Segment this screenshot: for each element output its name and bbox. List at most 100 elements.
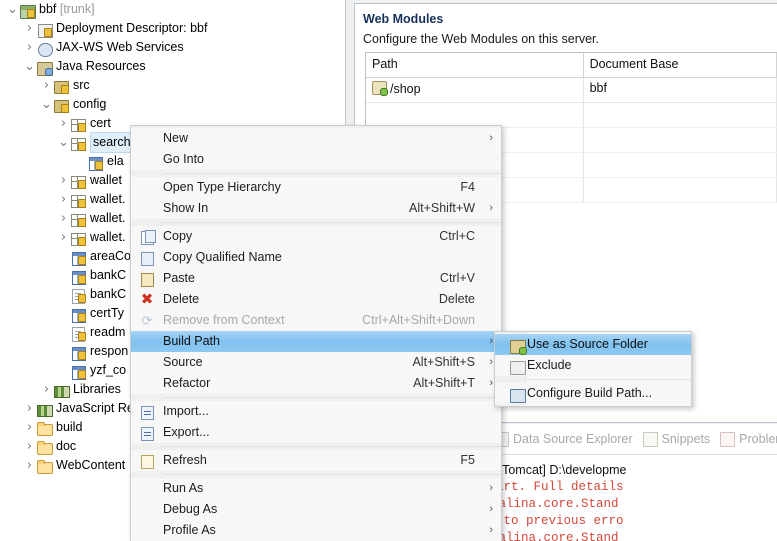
menu-item-new[interactable]: New ›: [131, 128, 501, 149]
lock-badge-icon: [78, 217, 86, 227]
cell-empty-4: [584, 128, 777, 152]
menu-item-paste[interactable]: PasteCtrl+V›: [131, 268, 501, 289]
tab-problem[interactable]: Problem: [720, 431, 777, 447]
tree-item-bbf[interactable]: ⌄ bbf [trunk]: [0, 0, 345, 19]
table-header-row: Path Document Base: [366, 53, 777, 78]
menu-item-label: Export...: [163, 425, 210, 439]
menu-item-go-into[interactable]: Go Into›: [131, 149, 501, 170]
lock-badge-icon: [78, 293, 86, 303]
menu-item-debug-as[interactable]: Debug As ›: [131, 499, 501, 520]
tree-item-label: wallet: [90, 173, 122, 187]
menu-item-refresh[interactable]: RefreshF5›: [131, 450, 501, 471]
tab-snippets[interactable]: Snippets: [642, 431, 711, 447]
tree-item-label: bbf: [39, 2, 57, 16]
lock-badge-icon: [78, 255, 86, 265]
chevron-right-icon[interactable]: ›: [23, 418, 36, 437]
submenu-item-use-as-source-folder[interactable]: Use as Source Folder: [495, 334, 691, 355]
build-path-submenu[interactable]: Use as Source Folder Exclude Configure Bui…: [494, 331, 692, 407]
package-icon: [70, 116, 87, 132]
xml-file-icon: [70, 306, 87, 323]
tree-item-deployment-descriptor-bbf[interactable]: › Deployment Descriptor: bbf: [0, 19, 345, 38]
tree-item-label: build: [56, 420, 83, 434]
submenu-arrow-icon: ›: [489, 377, 493, 389]
menu-item-refactor[interactable]: Refactor Alt+Shift+T ›: [131, 373, 501, 394]
tree-item-label: Java Resources: [56, 59, 146, 73]
menu-item-profile-as[interactable]: Profile As ›: [131, 520, 501, 541]
context-menu[interactable]: New›Go Into›Open Type HierarchyF4›Show I…: [130, 125, 502, 541]
menu-item-label: Run As: [163, 481, 204, 495]
tree-item-jax-ws-web-services[interactable]: › JAX-WS Web Services: [0, 38, 345, 57]
submenu-item-label: Use as Source Folder: [527, 337, 648, 351]
chevron-down-icon[interactable]: ⌄: [57, 136, 70, 149]
submenu-item-label: Configure Build Path...: [527, 386, 653, 400]
menu-item-source[interactable]: Source Alt+Shift+S ›: [131, 352, 501, 373]
package-icon: [70, 192, 87, 208]
lock-badge-icon: [78, 274, 86, 284]
deployment-descriptor-icon: [36, 21, 53, 38]
lock-badge-icon: [78, 198, 86, 208]
chevron-right-icon[interactable]: ›: [57, 114, 70, 133]
tree-item-label: wallet.: [90, 211, 126, 225]
source-folder-icon: [53, 97, 70, 113]
menu-item-import[interactable]: Import...›: [131, 401, 501, 422]
chevron-right-icon[interactable]: ›: [40, 76, 53, 95]
tree-item-label: certTy: [90, 306, 125, 320]
chevron-right-icon[interactable]: ›: [57, 228, 70, 247]
chevron-right-icon[interactable]: ›: [23, 19, 36, 38]
package-icon: [70, 135, 87, 151]
lock-badge-icon: [95, 160, 103, 170]
chevron-right-icon[interactable]: ›: [40, 380, 53, 399]
import-icon: [139, 404, 155, 420]
chevron-right-icon[interactable]: ›: [23, 456, 36, 475]
menu-item-accelerator: Delete: [438, 292, 475, 306]
chevron-right-icon[interactable]: ›: [23, 38, 36, 57]
chevron-right-icon[interactable]: ›: [23, 437, 36, 456]
submenu-item-configure-build-path[interactable]: Configure Build Path...: [495, 383, 691, 404]
menu-item-export[interactable]: Export...›: [131, 422, 501, 443]
chevron-right-icon[interactable]: ›: [57, 190, 70, 209]
copy-icon: [139, 229, 156, 245]
chevron-down-icon[interactable]: ⌄: [23, 60, 36, 73]
tree-item-src[interactable]: › src: [0, 76, 345, 95]
table-row[interactable]: /shop bbf: [366, 78, 777, 103]
chevron-down-icon[interactable]: ⌄: [6, 3, 19, 16]
tree-item-java-resources[interactable]: ⌄ Java Resources: [0, 57, 345, 76]
lock-badge-icon: [61, 103, 69, 113]
menu-item-delete[interactable]: ✖DeleteDelete›: [131, 289, 501, 310]
cell-path-text: /shop: [390, 82, 421, 96]
chevron-right-icon[interactable]: ›: [57, 209, 70, 228]
menu-item-show-in[interactable]: Show In Alt+Shift+W ›: [131, 198, 501, 219]
lock-badge-icon: [78, 179, 86, 189]
chevron-right-icon[interactable]: ›: [57, 171, 70, 190]
tab-data-source-explorer[interactable]: Data Source Explorer: [494, 431, 633, 447]
menu-item-copy-qualified-name[interactable]: Copy Qualified Name›: [131, 247, 501, 268]
tree-item-suffix: [trunk]: [56, 2, 95, 16]
tree-item-label: Libraries: [73, 382, 121, 396]
tree-item-label: wallet.: [90, 230, 126, 244]
column-header-document-base[interactable]: Document Base: [584, 53, 777, 77]
tree-item-label: ela: [107, 154, 124, 168]
column-header-path[interactable]: Path: [366, 53, 584, 77]
menu-item-copy[interactable]: CopyCtrl+C›: [131, 226, 501, 247]
chevron-down-icon[interactable]: ⌄: [40, 98, 53, 111]
menu-item-open-type-hierarchy[interactable]: Open Type HierarchyF4›: [131, 177, 501, 198]
chevron-right-icon[interactable]: ›: [23, 399, 36, 418]
tree-item-label: respon: [90, 344, 129, 358]
menu-item-label: New: [163, 131, 189, 145]
submenu-item-exclude[interactable]: Exclude: [495, 355, 691, 376]
lock-badge-icon: [61, 84, 69, 94]
menu-item-run-as[interactable]: Run As ›: [131, 478, 501, 499]
menu-item-label: Copy: [163, 229, 193, 243]
project-icon: [19, 2, 36, 19]
lock-badge-icon: [78, 331, 86, 341]
tab-label: Snippets: [661, 432, 711, 446]
use-as-source-folder-icon: [503, 337, 527, 355]
tree-item-label: config: [73, 97, 107, 111]
menu-item-build-path[interactable]: Build Path ›: [131, 331, 501, 352]
tree-item-config[interactable]: ⌄ config: [0, 95, 345, 114]
folder-icon: [36, 458, 53, 474]
libraries-icon: [36, 401, 53, 417]
